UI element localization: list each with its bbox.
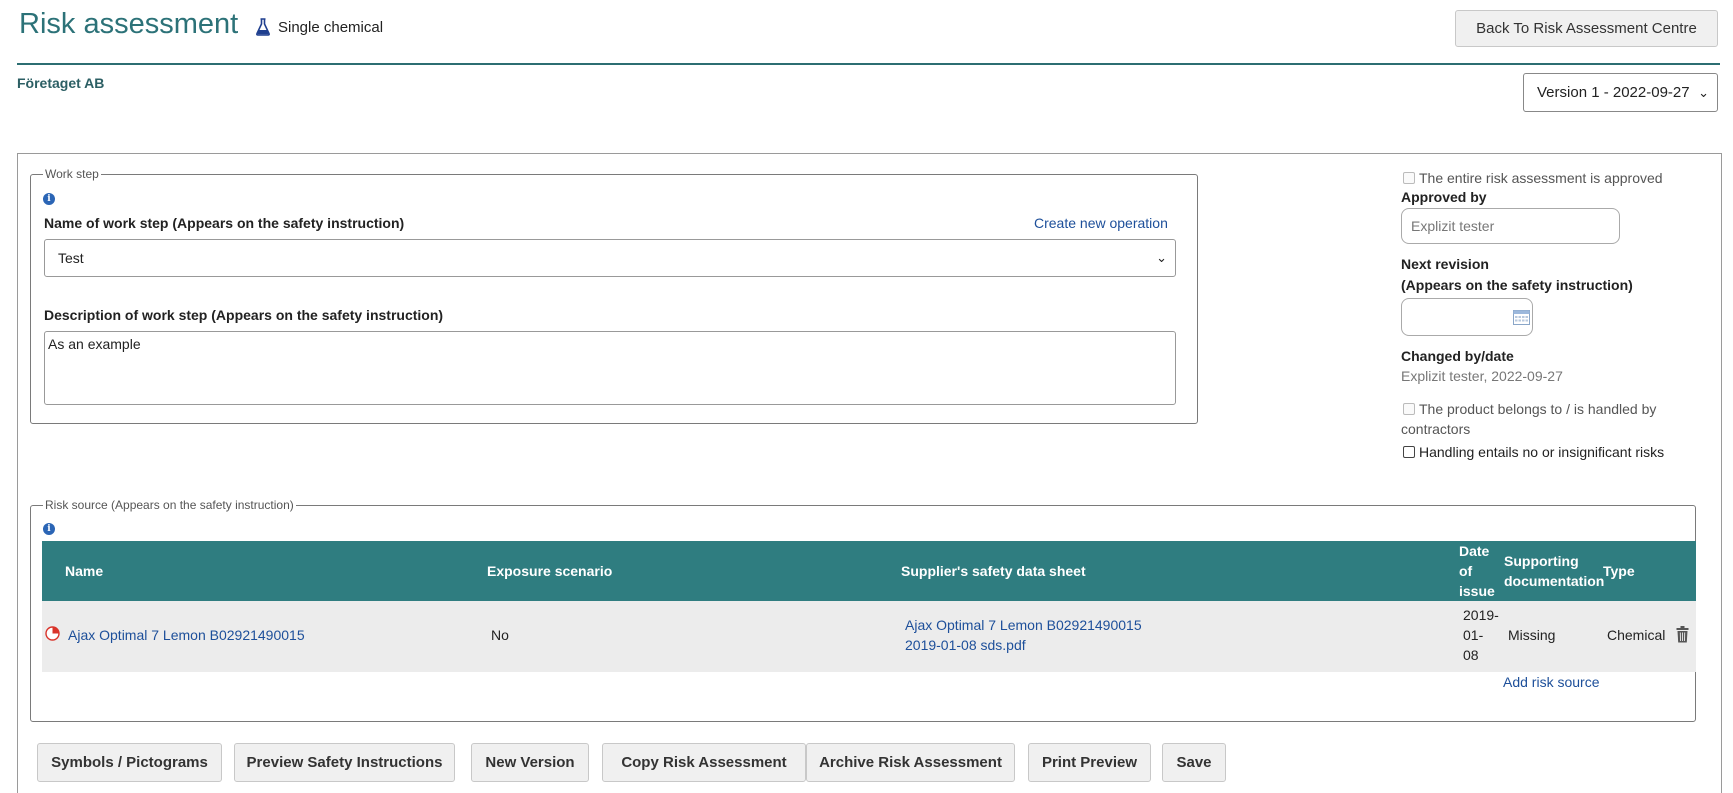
page-header: Risk assessment Single chemical Back To … [0, 0, 1733, 66]
save-button[interactable]: Save [1162, 743, 1226, 782]
copy-risk-assessment-button[interactable]: Copy Risk Assessment [602, 743, 806, 782]
approved-by-input[interactable]: Explizit tester [1401, 208, 1620, 244]
approved-by-label: Approved by [1401, 187, 1487, 208]
date-of-issue-line2: 01- [1463, 627, 1483, 643]
preview-safety-instructions-button[interactable]: Preview Safety Instructions [234, 743, 455, 782]
entire-approved-label: The entire risk assessment is approved [1419, 170, 1663, 186]
date-of-issue-line1: 2019- [1463, 607, 1499, 623]
new-version-button[interactable]: New Version [471, 743, 589, 782]
page-title: Risk assessment [19, 8, 238, 41]
date-of-issue-line3: 08 [1463, 647, 1479, 663]
risk-pie-icon [45, 626, 60, 641]
symbols-pictograms-button[interactable]: Symbols / Pictograms [37, 743, 222, 782]
print-preview-button[interactable]: Print Preview [1028, 743, 1151, 782]
sds-link-line2[interactable]: 2019-01-08 sds.pdf [905, 637, 1026, 653]
changed-by-value: Explizit tester, 2022-09-27 [1401, 368, 1563, 384]
column-header-supporting-line1: Supporting [1504, 551, 1579, 571]
chevron-down-icon: ⌄ [1698, 85, 1709, 101]
checkbox-icon[interactable] [1403, 446, 1415, 458]
trash-icon[interactable] [1676, 626, 1689, 643]
checkbox-icon[interactable] [1403, 403, 1415, 415]
work-step-name-value: Test [58, 250, 84, 266]
header-divider [17, 63, 1720, 65]
back-to-centre-button[interactable]: Back To Risk Assessment Centre [1455, 10, 1718, 47]
work-step-name-label: Name of work step (Appears on the safety… [44, 215, 404, 231]
create-new-operation-link[interactable]: Create new operation [1034, 215, 1168, 231]
flask-icon [255, 18, 271, 36]
contractors-label-line1: The product belongs to / is handled by [1419, 401, 1656, 417]
column-header-date-line3: issue [1459, 581, 1495, 601]
risk-source-legend: Risk source (Appears on the safety instr… [43, 498, 296, 512]
risk-source-name-link[interactable]: Ajax Optimal 7 Lemon B02921490015 [68, 627, 305, 643]
contractors-checkbox[interactable]: The product belongs to / is handled by [1403, 401, 1656, 417]
next-revision-date-input[interactable] [1401, 298, 1533, 336]
insignificant-risks-label: Handling entails no or insignificant ris… [1419, 444, 1664, 460]
version-select-value: Version 1 - 2022-09-27 [1537, 84, 1690, 101]
column-header-date-line2: of [1459, 561, 1472, 581]
company-name: Företaget AB [17, 75, 104, 91]
add-risk-source-link[interactable]: Add risk source [1503, 674, 1599, 690]
next-revision-sublabel: (Appears on the safety instruction) [1401, 275, 1633, 296]
column-header-name: Name [65, 561, 103, 581]
column-header-type: Type [1603, 561, 1635, 581]
next-revision-label: Next revision [1401, 254, 1489, 275]
work-step-description-field[interactable]: As an example [44, 331, 1176, 405]
checkbox-icon[interactable] [1403, 172, 1415, 184]
exposure-scenario-value: No [491, 627, 509, 643]
version-select[interactable]: Version 1 - 2022-09-27 ⌄ [1523, 73, 1718, 112]
entire-approved-checkbox[interactable]: The entire risk assessment is approved [1403, 170, 1663, 186]
column-header-exposure: Exposure scenario [487, 561, 612, 581]
work-step-description-label: Description of work step (Appears on the… [44, 307, 443, 323]
info-icon[interactable]: i [43, 523, 55, 535]
column-header-date-line1: Date [1459, 541, 1489, 561]
type-value: Chemical [1607, 627, 1665, 643]
assessment-type-label: Single chemical [278, 19, 383, 36]
sds-link-line1[interactable]: Ajax Optimal 7 Lemon B02921490015 [905, 617, 1142, 633]
work-step-name-select[interactable]: Test ⌄ [44, 239, 1176, 277]
supporting-documentation-value: Missing [1508, 627, 1555, 643]
insignificant-risks-checkbox[interactable]: Handling entails no or insignificant ris… [1403, 444, 1664, 460]
work-step-legend: Work step [43, 167, 101, 181]
column-header-sds: Supplier's safety data sheet [901, 561, 1086, 581]
table-row: Ajax Optimal 7 Lemon B02921490015 No Aja… [42, 601, 1696, 672]
table-header: Name Exposure scenario Supplier's safety… [42, 541, 1696, 601]
column-header-supporting-line2: documentation [1504, 571, 1604, 591]
archive-risk-assessment-button[interactable]: Archive Risk Assessment [806, 743, 1015, 782]
calendar-icon[interactable] [1513, 309, 1530, 325]
info-icon[interactable]: i [43, 193, 55, 205]
changed-by-label: Changed by/date [1401, 346, 1514, 367]
contractors-label-line2: contractors [1401, 421, 1470, 437]
chevron-down-icon: ⌄ [1156, 250, 1167, 266]
